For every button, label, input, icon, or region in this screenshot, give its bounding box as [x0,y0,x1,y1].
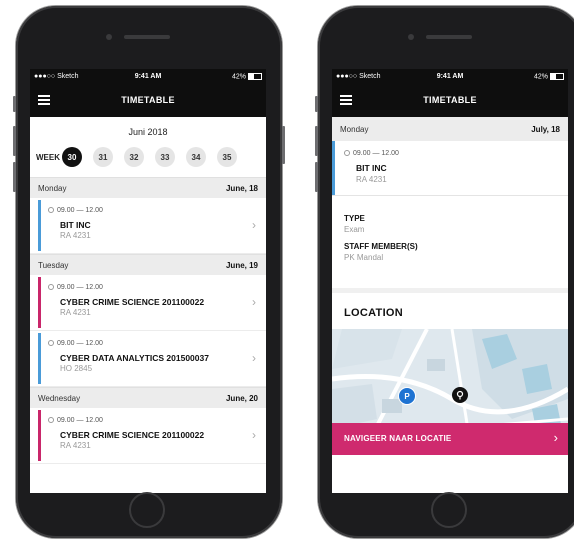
battery-indicator: 42% [534,73,564,80]
mute-switch [13,96,16,112]
mute-switch [315,96,318,112]
week-label: WEEK [36,152,60,162]
day-name: Monday [38,183,67,193]
event-time: 09.00 — 12.00 [57,340,103,347]
event-item[interactable]: 09.00 — 12.00 CYBER CRIME SCIENCE 201100… [30,408,266,464]
navigate-to-location-button[interactable]: NAVIGEER NAAR LOCATIE › [332,423,568,455]
day-name: Tuesday [38,260,69,270]
battery-label: 42% [231,73,246,81]
location-pin-icon[interactable] [452,387,468,403]
clock-icon [48,207,54,214]
status-bar: ●●●○○ Sketch 9:41 AM 42% [30,69,266,85]
volume-down-button [315,162,318,192]
phone-left: ●●●○○ Sketch 9:41 AM 42% TIMETABLE Juni … [13,6,285,538]
week-selector: WEEK 30 31 32 33 34 35 [30,141,266,177]
event-time: 09.00 — 12.00 [57,417,103,424]
event-color-bar [332,141,335,195]
staff-label: STAFF MEMBER(S) [344,242,418,251]
chevron-right-icon: › [252,428,256,442]
clock-icon [48,417,54,424]
day-date: June, 20 [225,393,258,403]
app-bar: TIMETABLE [332,85,568,117]
week-34-button[interactable]: 34 [186,147,206,167]
week-31-button[interactable]: 31 [93,147,113,167]
battery-icon [248,73,262,80]
event-room: RA 4231 [60,231,91,240]
type-label: TYPE [344,214,365,223]
week-32-button[interactable]: 32 [124,147,144,167]
week-30-button[interactable]: 30 [62,147,82,167]
type-value: Exam [344,225,365,234]
home-button[interactable] [129,492,165,528]
parking-pin-icon[interactable]: P [398,387,416,405]
day-date: June, 19 [225,260,258,270]
event-color-bar [38,200,41,251]
day-header-monday: Monday June, 18 [30,177,266,198]
event-name: BIT INC [60,220,91,230]
camera [408,34,414,40]
day-date: June, 18 [225,183,258,193]
event-info: TYPE Exam STAFF MEMBER(S) PK Mandal [332,196,568,293]
event-name: CYBER CRIME SCIENCE 201100022 [60,297,205,307]
event-room: RA 4231 [60,308,91,317]
clock-icon [344,150,350,157]
event-color-bar [38,410,41,461]
event-room: RA 4231 [356,175,387,184]
clock-icon [48,284,54,291]
app-bar: TIMETABLE [30,85,266,117]
event-item[interactable]: 09.00 — 12.00 CYBER DATA ANALYTICS 20150… [30,331,266,387]
event-room: HO 2845 [60,364,93,373]
event-item[interactable]: 09.00 — 12.00 CYBER CRIME SCIENCE 201100… [30,275,266,331]
speaker [426,35,472,39]
day-header: Monday July, 18 [332,117,568,141]
volume-up-button [315,126,318,156]
month-label: Juni 2018 [128,127,168,137]
page-title: TIMETABLE [423,95,477,105]
battery-label: 42% [533,73,548,81]
navigate-label: NAVIGEER NAAR LOCATIE [344,434,452,443]
power-button [282,126,285,164]
day-date: July, 18 [531,124,560,134]
event-time: 09.00 — 12.00 [353,150,399,157]
event-name: CYBER CRIME SCIENCE 201100022 [60,430,205,440]
speaker [124,35,170,39]
event-detail-screen: ●●●○○ Sketch 9:41 AM 42% TIMETABLE Monda… [332,69,568,493]
chevron-right-icon: › [252,351,256,365]
phone-right: ●●●○○ Sketch 9:41 AM 42% TIMETABLE Monda… [315,6,574,538]
chevron-right-icon: › [252,295,256,309]
camera [106,34,112,40]
home-button[interactable] [431,492,467,528]
battery-icon [550,73,564,80]
chevron-right-icon: › [252,218,256,232]
event-summary: 09.00 — 12.00 BIT INC RA 4231 [332,141,568,196]
day-header-tuesday: Tuesday June, 19 [30,254,266,275]
day-name: Monday [340,124,369,134]
week-35-button[interactable]: 35 [217,147,237,167]
week-33-button[interactable]: 33 [155,147,175,167]
day-header-wednesday: Wednesday June, 20 [30,387,266,408]
event-item[interactable]: 09.00 — 12.00 BIT INC RA 4231 › [30,198,266,254]
clock-icon [48,340,54,347]
staff-value: PK Mandal [344,253,384,262]
clock-label: 9:41 AM [436,73,464,80]
location-map[interactable]: P NAVIGEER NAAR LOCATIE › [332,329,568,455]
chevron-right-icon: › [553,430,558,445]
status-bar: ●●●○○ Sketch 9:41 AM 42% [332,69,568,85]
event-color-bar [38,333,41,384]
event-name: BIT INC [356,163,387,173]
event-color-bar [38,277,41,328]
event-time: 09.00 — 12.00 [57,284,103,291]
volume-up-button [13,126,16,156]
clock-label: 9:41 AM [134,73,162,80]
day-name: Wednesday [38,393,81,403]
location-title: LOCATION [344,307,404,319]
event-room: RA 4231 [60,441,91,450]
volume-down-button [13,162,16,192]
timetable-screen: ●●●○○ Sketch 9:41 AM 42% TIMETABLE Juni … [30,69,266,493]
page-title: TIMETABLE [121,95,175,105]
event-name: CYBER DATA ANALYTICS 201500037 [60,353,209,363]
event-time: 09.00 — 12.00 [57,207,103,214]
battery-indicator: 42% [232,73,262,80]
